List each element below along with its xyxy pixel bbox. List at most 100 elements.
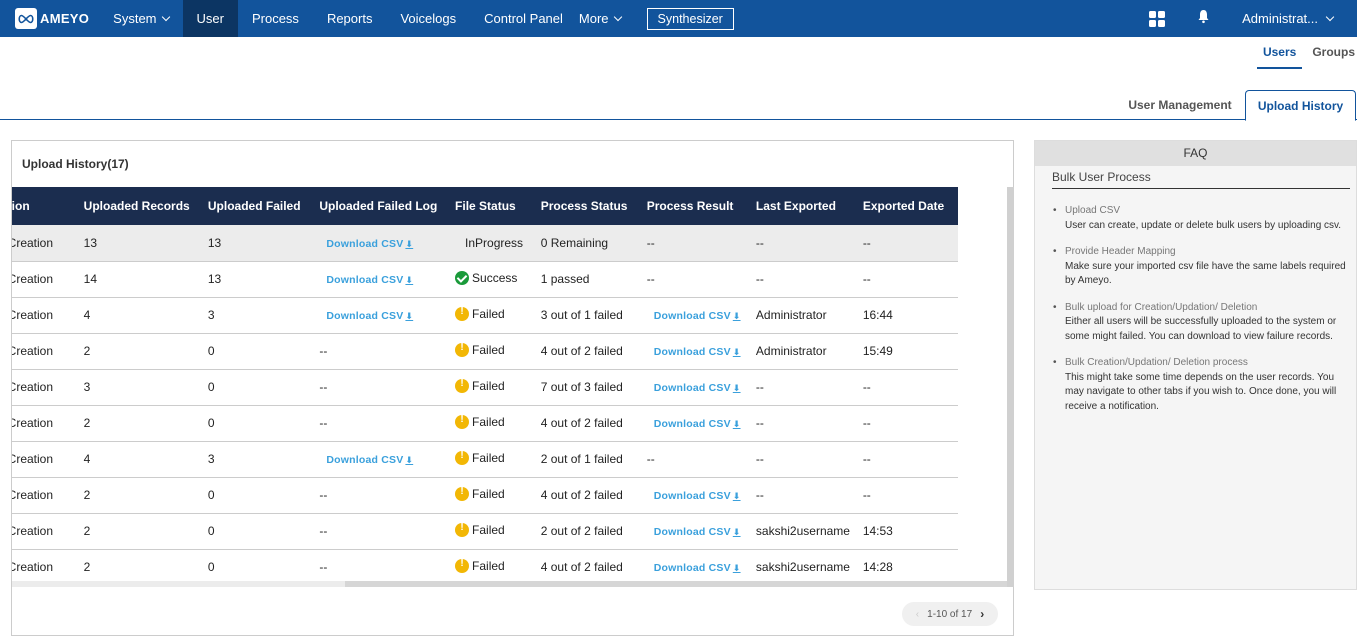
user-menu[interactable]: Administrat... bbox=[1242, 11, 1335, 26]
col-uploaded-records: Uploaded Records bbox=[73, 187, 198, 225]
uploaded-failed-cell: 0 bbox=[197, 477, 310, 514]
file-status-cell: Failed bbox=[445, 297, 531, 334]
upload-history-table-container: Operation Uploaded Records Uploaded Fail… bbox=[12, 187, 1007, 587]
faq-answer: This might take some time depends on the… bbox=[1065, 371, 1337, 412]
operation-cell: Users Creation bbox=[12, 333, 74, 370]
tab-upload-history[interactable]: Upload History bbox=[1245, 90, 1356, 121]
download-csv-label: Download CSV bbox=[653, 346, 731, 358]
download-csv-link[interactable]: Download CSV ⬇ bbox=[654, 382, 741, 394]
file-status: Failed bbox=[455, 414, 505, 429]
nav-control-panel[interactable]: Control Panel bbox=[470, 0, 577, 37]
uploaded-failed-cell: 0 bbox=[197, 405, 310, 442]
warning-icon bbox=[455, 558, 470, 573]
uploaded-failed-log-cell: -- bbox=[309, 513, 446, 550]
ameyo-logo[interactable]: AMEYO bbox=[15, 0, 89, 37]
horizontal-scroll-thumb[interactable] bbox=[12, 581, 345, 587]
download-csv-link[interactable]: Download CSV ⬇ bbox=[654, 346, 741, 358]
faq-answer: User can create, update or delete bulk u… bbox=[1065, 219, 1342, 231]
faq-item: Provide Header Mapping Make sure your imp… bbox=[1053, 245, 1346, 289]
tab-users[interactable]: Users bbox=[1256, 40, 1303, 69]
file-status-label: Failed bbox=[472, 450, 505, 465]
file-status-label: Success bbox=[472, 270, 518, 285]
download-csv-link[interactable]: Download CSV ⬇ bbox=[654, 526, 741, 538]
horizontal-scrollbar[interactable] bbox=[12, 581, 1007, 587]
nav-voicelogs[interactable]: Voicelogs bbox=[386, 0, 470, 37]
user-menu-label: Administrat... bbox=[1242, 11, 1318, 26]
table-row: Users Creation30--Failed7 out of 3 faile… bbox=[12, 369, 958, 406]
col-process-result: Process Result bbox=[636, 187, 746, 225]
download-csv-link[interactable]: Download CSV ⬇ bbox=[326, 238, 413, 250]
faq-list: Upload CSV User can create, update or del… bbox=[1053, 204, 1346, 414]
exported-date-cell: 14:53 bbox=[852, 513, 958, 550]
nav-reports[interactable]: Reports bbox=[313, 0, 387, 37]
file-status-label: Failed bbox=[472, 342, 505, 357]
exported-date-cell: -- bbox=[852, 405, 958, 442]
download-csv-link[interactable]: Download CSV ⬇ bbox=[654, 490, 741, 502]
download-csv-link[interactable]: Download CSV ⬇ bbox=[326, 274, 413, 286]
exported-date-cell: -- bbox=[852, 369, 958, 406]
process-status-cell: 4 out of 2 failed bbox=[530, 549, 637, 586]
download-icon: ⬇ bbox=[732, 563, 741, 573]
tab-groups[interactable]: Groups bbox=[1306, 40, 1357, 64]
faq-question: Upload CSV bbox=[1065, 205, 1121, 216]
last-exported-cell: -- bbox=[745, 477, 853, 514]
warning-icon bbox=[455, 522, 470, 537]
file-status: Failed bbox=[455, 558, 505, 573]
process-result-cell: Download CSV ⬇ bbox=[636, 405, 746, 442]
last-exported-cell: sakshi2username bbox=[745, 549, 853, 586]
next-page-icon[interactable]: › bbox=[980, 607, 984, 621]
uploaded-failed-log-cell: -- bbox=[309, 405, 446, 442]
table-row: Users Creation20--Failed4 out of 2 faile… bbox=[12, 477, 958, 514]
download-csv-label: Download CSV bbox=[653, 562, 731, 574]
last-exported-cell: Administrator bbox=[745, 333, 853, 370]
table-row: Users Creation20--Failed4 out of 2 faile… bbox=[12, 405, 958, 442]
uploaded-records-cell: 2 bbox=[73, 549, 198, 586]
download-csv-link[interactable]: Download CSV ⬇ bbox=[654, 562, 741, 574]
warning-icon bbox=[455, 378, 470, 393]
nav-process[interactable]: Process bbox=[238, 0, 313, 37]
prev-page-icon[interactable]: ‹ bbox=[916, 609, 919, 620]
bell-icon[interactable] bbox=[1197, 9, 1210, 29]
nav-user[interactable]: User bbox=[182, 0, 238, 37]
process-result-cell: Download CSV ⬇ bbox=[636, 369, 746, 406]
download-csv-label: Download CSV bbox=[653, 526, 731, 538]
exported-date-cell: -- bbox=[852, 441, 958, 478]
uploaded-records-cell: 14 bbox=[73, 261, 198, 298]
success-check-icon bbox=[455, 270, 470, 285]
chevron-down-icon bbox=[613, 12, 622, 21]
download-icon: ⬇ bbox=[732, 527, 741, 537]
table-row: Users Creation1313Download CSV⬇InProgres… bbox=[12, 225, 958, 262]
file-status: Failed bbox=[455, 306, 505, 321]
uploaded-failed-log-cell: -- bbox=[309, 477, 446, 514]
col-file-status: File Status bbox=[445, 187, 531, 225]
col-operation: Operation bbox=[12, 187, 74, 225]
last-exported-cell: -- bbox=[745, 261, 853, 298]
apps-grid-icon[interactable] bbox=[1149, 10, 1166, 27]
download-icon: ⬇ bbox=[405, 238, 414, 249]
uploaded-failed-cell: 0 bbox=[197, 333, 310, 370]
faq-question: Bulk upload for Creation/Updation/ Delet… bbox=[1065, 301, 1258, 313]
nav-system[interactable]: System bbox=[99, 0, 182, 37]
file-status-cell: Failed bbox=[445, 549, 531, 586]
nav-process-label: Process bbox=[251, 11, 299, 26]
file-status: Failed bbox=[455, 522, 505, 537]
panel-title: Upload History(17) bbox=[22, 157, 129, 171]
download-csv-link[interactable]: Download CSV ⬇ bbox=[326, 454, 413, 466]
download-csv-link[interactable]: Download CSV ⬇ bbox=[326, 310, 413, 322]
uploaded-records-cell: 2 bbox=[73, 513, 198, 550]
download-icon: ⬇ bbox=[732, 383, 741, 393]
process-status-cell: 7 out of 3 failed bbox=[530, 369, 637, 406]
warning-icon bbox=[455, 486, 470, 501]
synthesizer-button[interactable]: Synthesizer bbox=[646, 7, 734, 30]
uploaded-failed-cell: 0 bbox=[197, 369, 310, 406]
uploaded-failed-log-cell: -- bbox=[309, 549, 446, 586]
download-csv-link[interactable]: Download CSV ⬇ bbox=[654, 310, 741, 322]
chevron-down-icon bbox=[161, 12, 170, 21]
operation-cell: Users Creation bbox=[12, 369, 74, 406]
faq-item: Bulk Creation/Updation/ Deletion process… bbox=[1053, 356, 1346, 414]
nav-more[interactable]: More bbox=[577, 0, 635, 37]
table-row: Users Creation20--Failed4 out of 2 faile… bbox=[12, 549, 958, 586]
vertical-scrollbar[interactable] bbox=[1007, 187, 1014, 587]
tab-user-management[interactable]: User Management bbox=[1118, 90, 1242, 120]
download-csv-link[interactable]: Download CSV ⬇ bbox=[654, 418, 741, 430]
